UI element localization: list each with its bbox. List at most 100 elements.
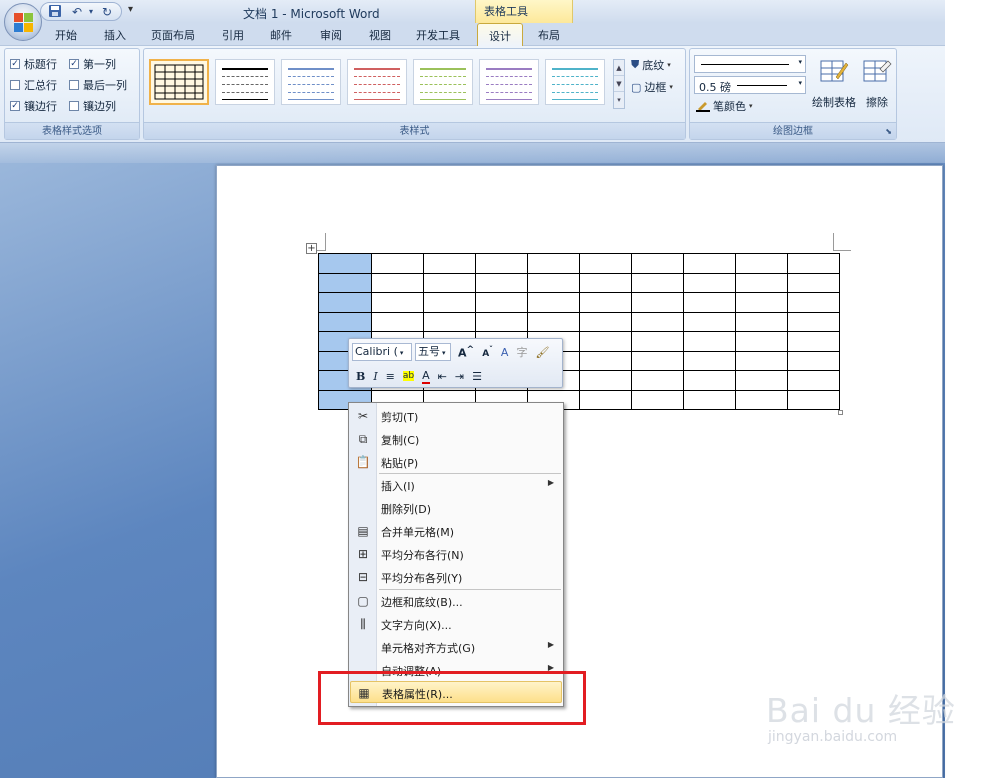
table-cell[interactable] (735, 370, 788, 391)
table-cell-selected[interactable] (318, 253, 372, 274)
context-menu-item[interactable]: 删除列(D) (350, 497, 562, 519)
option-last-column[interactable]: 最后一列 (69, 77, 127, 93)
checkbox-icon[interactable] (69, 80, 79, 90)
tab-home[interactable]: 开始 (55, 27, 77, 43)
borders-button[interactable]: ▢ 边框 ▾ (631, 79, 673, 95)
office-button[interactable] (4, 3, 42, 41)
table-cell[interactable] (787, 370, 840, 391)
table-cell[interactable] (683, 370, 736, 391)
table-cell[interactable] (527, 253, 580, 274)
table-move-handle-icon[interactable]: + (306, 243, 317, 254)
table-cell[interactable] (683, 253, 736, 274)
table-cell[interactable] (631, 272, 684, 293)
center-align-icon[interactable]: ≡ (386, 370, 395, 383)
tab-view[interactable]: 视图 (369, 27, 391, 43)
table-cell[interactable] (475, 253, 528, 274)
table-cell[interactable] (423, 253, 476, 274)
tab-page-layout[interactable]: 页面布局 (151, 27, 195, 43)
context-menu-item[interactable]: 单元格对齐方式(G) ▶ (350, 636, 562, 658)
table-cell[interactable] (683, 389, 736, 410)
gallery-more-icon[interactable]: ▾ (614, 92, 624, 108)
table-cell[interactable] (683, 292, 736, 313)
table-style-swatch[interactable] (413, 59, 473, 105)
grow-font-icon[interactable]: A^ (458, 344, 474, 360)
option-banded-columns[interactable]: 镶边列 (69, 98, 116, 114)
tab-references[interactable]: 引用 (222, 27, 244, 43)
gallery-scroll[interactable]: ▲ ▼ ▾ (613, 59, 625, 109)
table-cell[interactable] (631, 389, 684, 410)
context-menu-item[interactable]: 插入(I) ▶ (350, 474, 562, 496)
table-cell[interactable] (787, 253, 840, 274)
table-cell[interactable] (579, 370, 632, 391)
bold-icon[interactable]: B (356, 370, 365, 383)
table-cell[interactable] (735, 253, 788, 274)
context-menu-item[interactable]: ▢ 边框和底纹(B)... (350, 590, 562, 612)
table-cell[interactable] (631, 311, 684, 332)
save-icon[interactable] (47, 4, 63, 20)
decrease-indent-icon[interactable]: ⇤ (438, 370, 447, 383)
phonetic-guide-icon[interactable]: 字 (516, 344, 527, 360)
table-cell[interactable] (423, 292, 476, 313)
tab-mailings[interactable]: 邮件 (270, 27, 292, 43)
shrink-font-icon[interactable]: Aˇ (482, 345, 493, 359)
dialog-launcher-icon[interactable]: ⬊ (885, 127, 892, 136)
styles-icon[interactable]: A (501, 346, 509, 359)
table-cell[interactable] (735, 350, 788, 371)
table-style-swatch[interactable] (281, 59, 341, 105)
tab-layout[interactable]: 布局 (538, 27, 560, 43)
redo-icon[interactable]: ↻ (99, 4, 115, 20)
line-weight-select[interactable]: 0.5 磅 ▾ (694, 76, 806, 94)
checkbox-icon[interactable]: ✓ (10, 101, 20, 111)
option-total-row[interactable]: 汇总行 (10, 77, 57, 93)
table-cell[interactable] (787, 311, 840, 332)
font-name-box[interactable]: Calibri (▾ (352, 343, 412, 361)
undo-dropdown-icon[interactable]: ▾ (83, 4, 99, 20)
context-menu-item[interactable]: ⫼ 文字方向(X)... (350, 613, 562, 635)
table-cell[interactable] (371, 292, 424, 313)
font-size-box[interactable]: 五号 ▾ (415, 343, 451, 361)
table-cell-selected[interactable] (318, 292, 372, 313)
table-cell[interactable] (475, 292, 528, 313)
table-cell[interactable] (683, 311, 736, 332)
table-style-swatch[interactable] (215, 59, 275, 105)
gallery-up-icon[interactable]: ▲ (614, 60, 624, 76)
table-cell[interactable] (631, 350, 684, 371)
context-menu-item[interactable]: ⧉ 复制(C) (350, 428, 562, 450)
table-cell[interactable] (683, 331, 736, 352)
table-cell[interactable] (527, 311, 580, 332)
table-cell[interactable] (735, 331, 788, 352)
shading-button[interactable]: ⛊ 底纹 ▾ (631, 57, 671, 73)
table-cell[interactable] (631, 370, 684, 391)
table-cell[interactable] (579, 253, 632, 274)
table-cell[interactable] (787, 292, 840, 313)
format-painter-icon[interactable]: 🖌 (535, 346, 549, 359)
gallery-down-icon[interactable]: ▼ (614, 76, 624, 92)
line-style-select[interactable]: ▾ (694, 55, 806, 73)
table-cell[interactable] (735, 311, 788, 332)
table-cell[interactable] (683, 272, 736, 293)
table-cell[interactable] (579, 389, 632, 410)
table-cell[interactable] (735, 292, 788, 313)
table-cell[interactable] (631, 292, 684, 313)
draw-table-button[interactable]: 绘制表格 (810, 57, 858, 110)
table-cell[interactable] (787, 331, 840, 352)
context-menu-item[interactable]: ⊞ 平均分布各行(N) (350, 543, 562, 565)
table-cell[interactable] (371, 253, 424, 274)
tab-design[interactable]: 设计 (477, 23, 523, 46)
table-cell[interactable] (579, 350, 632, 371)
checkbox-icon[interactable] (69, 101, 79, 111)
highlight-icon[interactable]: ab (402, 371, 415, 381)
table-cell[interactable] (735, 272, 788, 293)
table-cell[interactable] (631, 253, 684, 274)
table-cell[interactable] (475, 272, 528, 293)
table-cell[interactable] (683, 350, 736, 371)
option-header-row[interactable]: ✓ 标题行 (10, 56, 57, 72)
table-cell[interactable] (579, 272, 632, 293)
increase-indent-icon[interactable]: ⇥ (455, 370, 464, 383)
table-resize-handle[interactable] (838, 410, 843, 415)
table-cell[interactable] (579, 331, 632, 352)
table-cell[interactable] (423, 311, 476, 332)
table-cell[interactable] (735, 389, 788, 410)
option-first-column[interactable]: ✓ 第一列 (69, 56, 116, 72)
table-cell[interactable] (787, 272, 840, 293)
